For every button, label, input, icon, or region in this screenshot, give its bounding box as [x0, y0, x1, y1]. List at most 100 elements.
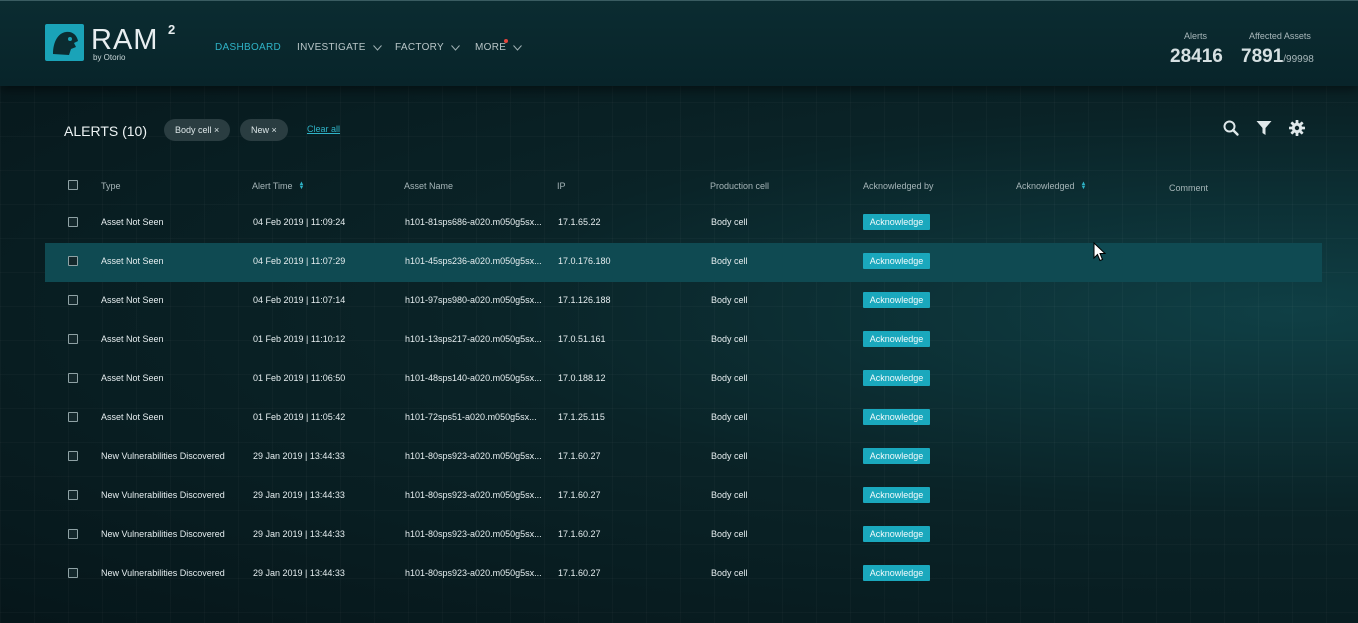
- cell-type: Asset Not Seen: [101, 412, 164, 422]
- acknowledge-button[interactable]: Acknowledge: [863, 370, 930, 386]
- chevron-down-icon: [451, 44, 460, 51]
- cell-asset-name[interactable]: h101-81sps686-a020.m050g5sx...: [405, 217, 542, 227]
- column-header-label: Asset Name: [404, 181, 454, 191]
- cell-alert-time: 29 Jan 2019 | 13:44:33: [253, 490, 345, 500]
- cell-asset-name[interactable]: h101-80sps923-a020.m050g5sx...: [405, 490, 542, 500]
- cell-ip: 17.0.51.161: [558, 334, 606, 344]
- row-checkbox[interactable]: [68, 373, 78, 383]
- column-header-acknowledged[interactable]: Acknowledged ▲ ▼: [1016, 181, 1087, 191]
- nav-factory[interactable]: FACTORY: [395, 42, 460, 53]
- acknowledge-button[interactable]: Acknowledge: [863, 487, 930, 503]
- search-icon[interactable]: [1222, 119, 1240, 137]
- cell-alert-time: 01 Feb 2019 | 11:10:12: [253, 334, 346, 344]
- row-checkbox[interactable]: [68, 490, 78, 500]
- cell-ip: 17.1.60.27: [558, 568, 601, 578]
- affected-assets-value: 7891: [1241, 46, 1284, 67]
- cell-type: New Vulnerabilities Discovered: [101, 490, 225, 500]
- table-row[interactable]: Asset Not Seen 01 Feb 2019 | 11:10:12 h1…: [45, 321, 1322, 360]
- cell-production-cell: Body cell: [711, 217, 748, 227]
- cell-alert-time: 04 Feb 2019 | 11:07:29: [253, 256, 346, 266]
- filter-icon[interactable]: [1255, 119, 1273, 137]
- cell-type: New Vulnerabilities Discovered: [101, 451, 225, 461]
- column-header-comment[interactable]: Comment: [1169, 183, 1208, 193]
- cell-asset-name[interactable]: h101-72sps51-a020.m050g5sx...: [405, 412, 537, 422]
- column-header-type[interactable]: Type: [101, 181, 121, 191]
- affected-assets-label: Affected Assets: [1249, 31, 1311, 41]
- table-row[interactable]: Asset Not Seen 01 Feb 2019 | 11:06:50 h1…: [45, 360, 1322, 399]
- acknowledge-button[interactable]: Acknowledge: [863, 448, 930, 464]
- row-checkbox[interactable]: [68, 412, 78, 422]
- cell-type: Asset Not Seen: [101, 256, 164, 266]
- acknowledge-button[interactable]: Acknowledge: [863, 253, 930, 269]
- cell-type: Asset Not Seen: [101, 334, 164, 344]
- nav-dashboard[interactable]: DASHBOARD: [215, 42, 281, 53]
- acknowledge-button[interactable]: Acknowledge: [863, 214, 930, 230]
- acknowledge-button[interactable]: Acknowledge: [863, 292, 930, 308]
- column-header-asset-name[interactable]: Asset Name: [404, 181, 453, 191]
- row-checkbox[interactable]: [68, 529, 78, 539]
- cell-ip: 17.1.65.22: [558, 217, 601, 227]
- row-checkbox[interactable]: [68, 568, 78, 578]
- cell-asset-name[interactable]: h101-80sps923-a020.m050g5sx...: [405, 451, 542, 461]
- table-row[interactable]: Asset Not Seen 04 Feb 2019 | 11:07:29 h1…: [45, 243, 1322, 282]
- cell-asset-name[interactable]: h101-80sps923-a020.m050g5sx...: [405, 568, 542, 578]
- column-header-acknowledged-by[interactable]: Acknowledged by: [863, 181, 934, 191]
- cell-ip: 17.0.188.12: [558, 373, 606, 383]
- column-header-ip[interactable]: IP: [557, 181, 566, 191]
- row-checkbox[interactable]: [68, 334, 78, 344]
- cell-asset-name[interactable]: h101-13sps217-a020.m050g5sx...: [405, 334, 542, 344]
- logo-icon[interactable]: [45, 24, 84, 61]
- cell-type: Asset Not Seen: [101, 295, 164, 305]
- table-row[interactable]: New Vulnerabilities Discovered 29 Jan 20…: [45, 516, 1322, 555]
- cell-alert-time: 29 Jan 2019 | 13:44:33: [253, 529, 345, 539]
- table-row[interactable]: New Vulnerabilities Discovered 29 Jan 20…: [45, 477, 1322, 516]
- cell-asset-name[interactable]: h101-97sps980-a020.m050g5sx...: [405, 295, 542, 305]
- nav-more[interactable]: MORE: [475, 42, 523, 53]
- nav-investigate-label: INVESTIGATE: [297, 42, 366, 53]
- column-header-production-cell[interactable]: Production cell: [710, 181, 769, 191]
- table-row[interactable]: New Vulnerabilities Discovered 29 Jan 20…: [45, 555, 1322, 594]
- cell-production-cell: Body cell: [711, 490, 748, 500]
- column-header-label: Acknowledged: [1016, 181, 1075, 191]
- cell-asset-name[interactable]: h101-80sps923-a020.m050g5sx...: [405, 529, 542, 539]
- cell-production-cell: Body cell: [711, 295, 748, 305]
- table-row[interactable]: New Vulnerabilities Discovered 29 Jan 20…: [45, 438, 1322, 477]
- row-checkbox[interactable]: [68, 295, 78, 305]
- table-row[interactable]: Asset Not Seen 04 Feb 2019 | 11:07:14 h1…: [45, 282, 1322, 321]
- acknowledge-button[interactable]: Acknowledge: [863, 565, 930, 581]
- alerts-count-label: Alerts: [1184, 31, 1208, 41]
- mouse-cursor-icon: [1093, 242, 1107, 262]
- acknowledge-button[interactable]: Acknowledge: [863, 409, 930, 425]
- cell-production-cell: Body cell: [711, 256, 748, 266]
- acknowledge-button[interactable]: Acknowledge: [863, 331, 930, 347]
- row-checkbox[interactable]: [68, 256, 78, 266]
- nav-investigate[interactable]: INVESTIGATE: [297, 42, 382, 53]
- cell-type: Asset Not Seen: [101, 217, 164, 227]
- cell-asset-name[interactable]: h101-45sps236-a020.m050g5sx...: [405, 256, 542, 266]
- filter-chip-new[interactable]: New ×: [240, 119, 288, 141]
- row-checkbox[interactable]: [68, 217, 78, 227]
- cell-ip: 17.0.176.180: [558, 256, 611, 266]
- row-checkbox[interactable]: [68, 451, 78, 461]
- column-header-label: IP: [557, 181, 566, 191]
- cell-type: New Vulnerabilities Discovered: [101, 568, 225, 578]
- nav-factory-label: FACTORY: [395, 42, 444, 53]
- cell-production-cell: Body cell: [711, 451, 748, 461]
- cell-asset-name[interactable]: h101-48sps140-a020.m050g5sx...: [405, 373, 542, 383]
- alerts-count-value: 28416: [1170, 46, 1223, 67]
- column-header-label: Comment: [1169, 183, 1209, 193]
- cell-alert-time: 01 Feb 2019 | 11:06:50: [253, 373, 346, 383]
- select-all-checkbox[interactable]: [68, 180, 78, 190]
- table-row[interactable]: Asset Not Seen 04 Feb 2019 | 11:09:24 h1…: [45, 204, 1322, 243]
- filter-chip-body-cell[interactable]: Body cell ×: [164, 119, 231, 141]
- gear-icon[interactable]: [1288, 119, 1306, 137]
- column-header-alert-time[interactable]: Alert Time ▲ ▼: [252, 181, 304, 191]
- clear-all-link[interactable]: Clear all: [307, 124, 340, 134]
- acknowledge-button[interactable]: Acknowledge: [863, 526, 930, 542]
- table-row[interactable]: Asset Not Seen 01 Feb 2019 | 11:05:42 h1…: [45, 399, 1322, 438]
- cell-ip: 17.1.60.27: [558, 529, 601, 539]
- cell-ip: 17.1.25.115: [558, 412, 605, 422]
- sort-icon[interactable]: ▲ ▼: [1081, 181, 1087, 191]
- sort-icon[interactable]: ▲ ▼: [299, 181, 305, 191]
- cell-type: Asset Not Seen: [101, 373, 164, 383]
